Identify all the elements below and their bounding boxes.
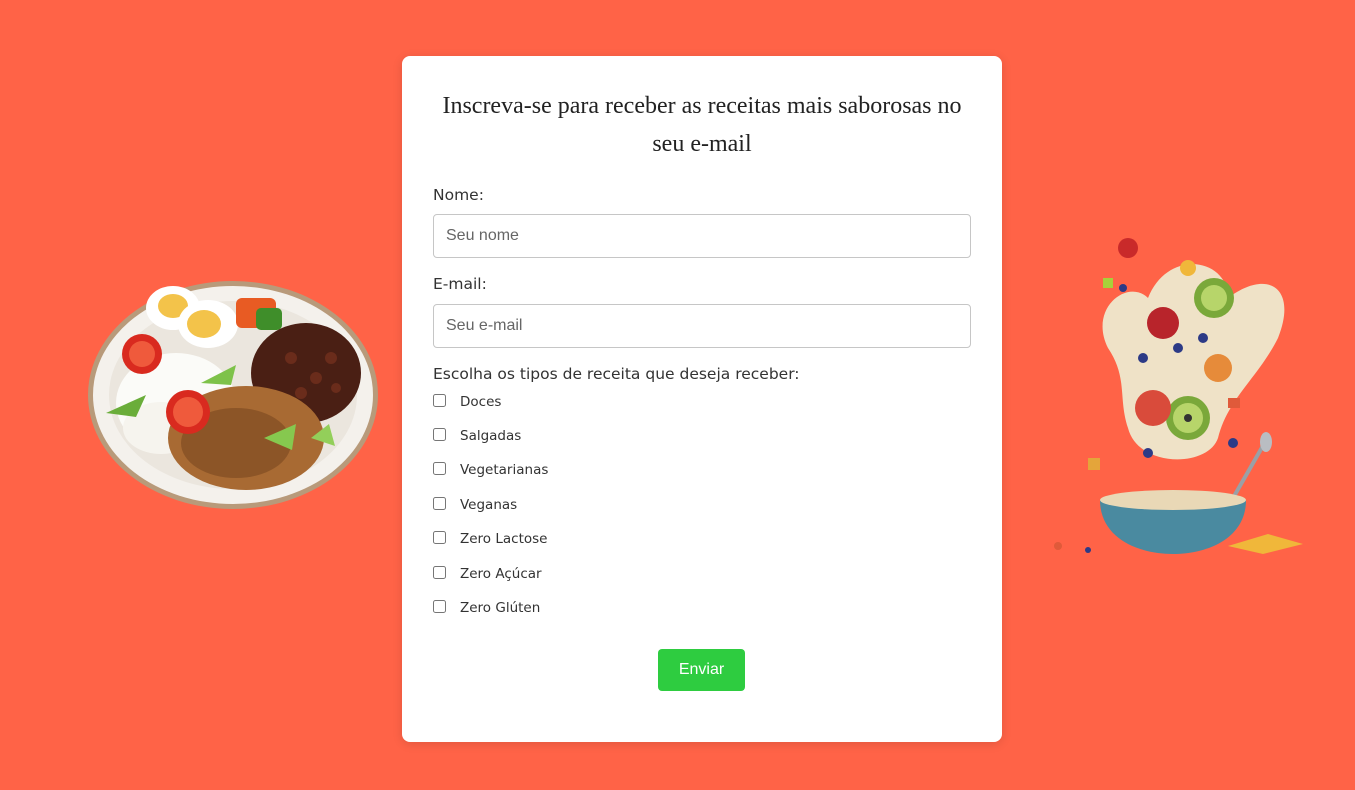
email-input[interactable] (433, 304, 971, 348)
email-label: E-mail: (433, 275, 487, 293)
checkbox-label: Salgadas (460, 428, 522, 444)
checkbox-label: Zero Lactose (460, 531, 548, 547)
plate-image (88, 281, 378, 509)
checkbox-input[interactable] (433, 394, 446, 407)
name-input[interactable] (433, 214, 971, 258)
fruit-bowl-image (1054, 238, 1303, 554)
checkbox-label: Veganas (460, 497, 518, 513)
submit-button[interactable]: Enviar (658, 649, 745, 691)
name-label: Nome: (433, 186, 484, 204)
recipe-types-label: Escolha os tipos de receita que deseja r… (433, 365, 800, 383)
checkbox-label: Zero Açúcar (460, 566, 542, 582)
checkbox-input[interactable] (433, 566, 446, 579)
checkbox-input[interactable] (433, 462, 446, 475)
checkbox-label: Doces (460, 394, 502, 410)
checkbox-label: Vegetarianas (460, 462, 549, 478)
form-title: Inscreva-se para receber as receitas mai… (442, 93, 962, 157)
checkbox-input[interactable] (433, 497, 446, 510)
checkbox-label: Zero Glúten (460, 600, 541, 616)
checkbox-input[interactable] (433, 600, 446, 613)
checkbox-input[interactable] (433, 531, 446, 544)
checkbox-input[interactable] (433, 428, 446, 441)
signup-card: Inscreva-se para receber as receitas mai… (402, 56, 1002, 742)
